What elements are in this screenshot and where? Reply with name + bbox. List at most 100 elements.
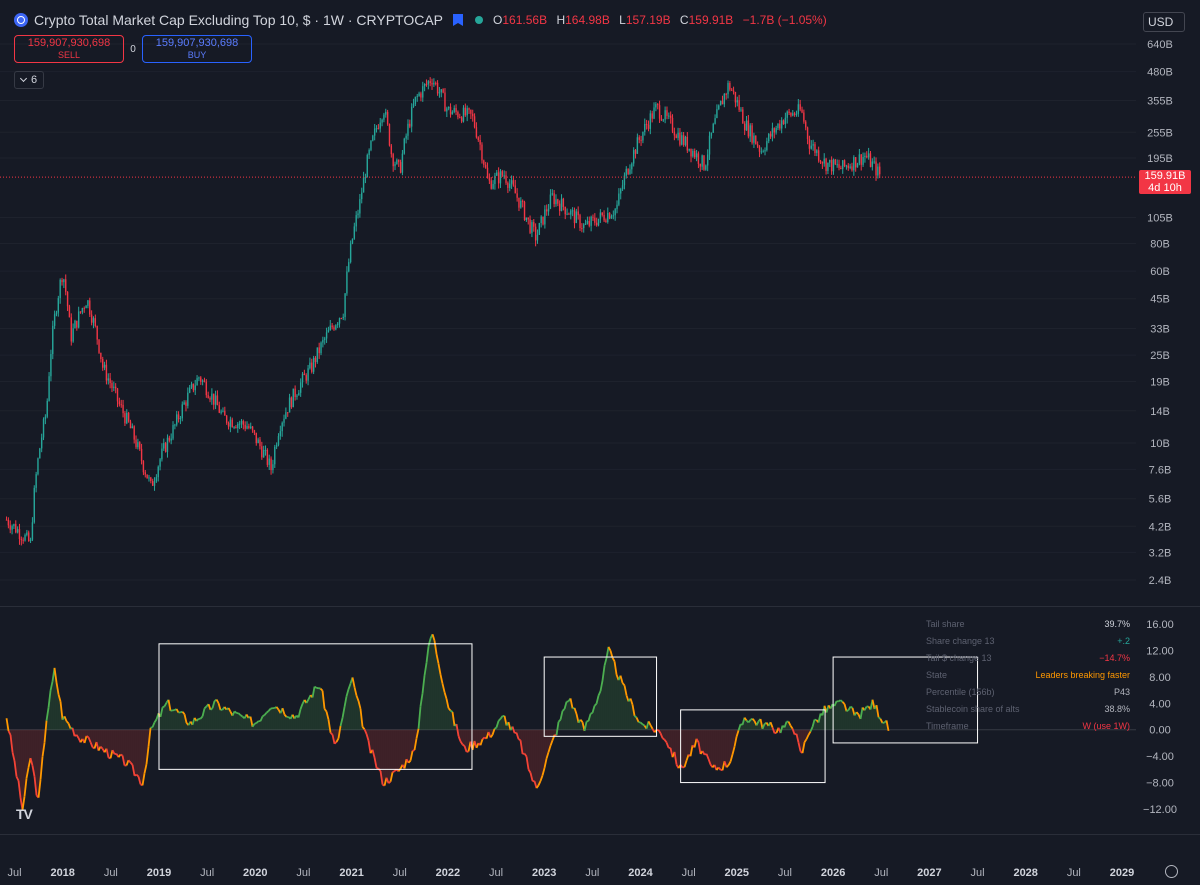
candle-body bbox=[266, 449, 269, 465]
candle-body bbox=[801, 109, 803, 113]
candle-body bbox=[96, 325, 98, 340]
candle-body bbox=[281, 422, 283, 432]
candle-body bbox=[410, 106, 413, 127]
candle-body bbox=[200, 377, 202, 382]
candle-body bbox=[788, 111, 790, 113]
candle-body bbox=[446, 108, 448, 112]
candle-body bbox=[425, 83, 428, 85]
candle-body bbox=[122, 404, 124, 414]
candle-body bbox=[137, 442, 139, 448]
candle-body bbox=[793, 113, 796, 115]
currency-select[interactable]: USD bbox=[1143, 12, 1185, 32]
tradingview-logo-icon[interactable]: TV bbox=[16, 806, 33, 822]
indicator-key: Percentile (156b) bbox=[926, 687, 995, 697]
candle-body bbox=[270, 458, 272, 471]
osc-area bbox=[618, 675, 621, 730]
osc-area bbox=[430, 634, 433, 730]
candle-body bbox=[775, 128, 777, 133]
osc-area bbox=[170, 710, 173, 730]
candle-body bbox=[527, 217, 529, 220]
candle-body bbox=[473, 116, 476, 128]
candle-body bbox=[688, 148, 690, 151]
osc-axis: 16.00 12.00 8.00 4.00 0.00 −4.00 −8.00 −12.00 bbox=[1143, 619, 1177, 816]
candle-body bbox=[135, 439, 137, 448]
candle-body bbox=[261, 446, 263, 458]
candle-body bbox=[133, 426, 135, 440]
time-tick-label: 2025 bbox=[724, 867, 750, 879]
candle-body bbox=[453, 108, 455, 112]
chart-title[interactable]: Crypto Total Market Cap Excluding Top 10… bbox=[34, 12, 443, 28]
market-status-icon[interactable] bbox=[475, 16, 484, 24]
candle-body bbox=[7, 519, 10, 526]
gear-icon[interactable] bbox=[1165, 865, 1178, 878]
candle-body bbox=[116, 388, 119, 402]
candle-body bbox=[233, 426, 235, 428]
osc-area bbox=[432, 634, 435, 730]
time-tick-label: 2019 bbox=[146, 867, 172, 879]
candle-body bbox=[531, 222, 533, 233]
candle-body bbox=[836, 164, 838, 166]
candle-body bbox=[150, 477, 152, 481]
price-tick-label: 480B bbox=[1147, 67, 1173, 79]
candle-body bbox=[682, 135, 685, 145]
time-tick-label: 2018 bbox=[50, 867, 75, 879]
indicator-table-row: Timeframe W (use 1W) bbox=[926, 718, 1130, 735]
candle-body bbox=[782, 120, 785, 125]
sell-button[interactable]: 159,907,930,698 SELL bbox=[14, 35, 124, 63]
candle-body bbox=[586, 221, 589, 224]
osc-area bbox=[266, 711, 269, 730]
candle-body bbox=[148, 477, 150, 479]
osc-area bbox=[136, 729, 139, 777]
candle-body bbox=[675, 135, 677, 138]
osc-area bbox=[120, 729, 123, 756]
indicator-key: State bbox=[926, 670, 948, 680]
candle-body bbox=[151, 480, 154, 486]
candle-body bbox=[172, 425, 174, 439]
candle-body bbox=[207, 395, 209, 399]
candle-body bbox=[364, 177, 367, 179]
price-chart[interactable]: 640B 480B 355B 255B 195B 105B 80B 60B 45B 33B 25B 1… bbox=[0, 0, 1200, 606]
flag-icon[interactable] bbox=[453, 14, 464, 26]
candle-body bbox=[575, 211, 578, 224]
candle-body bbox=[830, 159, 833, 172]
candle-body bbox=[780, 120, 783, 129]
osc-area bbox=[274, 706, 277, 730]
candle-body bbox=[462, 107, 465, 122]
candle-body bbox=[335, 325, 337, 330]
price-tick-label: 25B bbox=[1150, 350, 1170, 362]
time-axis[interactable]: Jul 2018 Jul 2019 Jul 2020 Jul 2021 Jul 2022 Jul 20… bbox=[0, 862, 1200, 885]
candle-body bbox=[716, 109, 718, 119]
osc-segment bbox=[327, 719, 332, 733]
price-axis: 640B 480B 355B 255B 195B 105B 80B 60B 45B 33B 25B 1… bbox=[1147, 39, 1173, 587]
candle-body bbox=[562, 198, 565, 207]
candle-body bbox=[710, 132, 713, 136]
osc-area bbox=[568, 698, 571, 730]
candle-body bbox=[542, 216, 544, 225]
osc-area bbox=[172, 710, 175, 730]
osc-segment bbox=[254, 722, 257, 725]
candle-body bbox=[860, 154, 862, 165]
osc-segment bbox=[376, 767, 379, 770]
candle-body bbox=[416, 95, 418, 97]
candle-body bbox=[48, 376, 50, 401]
osc-area bbox=[270, 708, 273, 730]
indicators-toggle[interactable]: 6 bbox=[14, 71, 44, 89]
candle-body bbox=[37, 458, 39, 475]
osc-area bbox=[682, 729, 685, 768]
candle-body bbox=[381, 119, 383, 123]
price-tick-label: 7.6B bbox=[1149, 464, 1172, 476]
osc-area bbox=[720, 729, 723, 771]
candle-body bbox=[314, 357, 317, 363]
candle-body bbox=[361, 192, 363, 200]
candle-body bbox=[649, 113, 652, 129]
candle-body bbox=[869, 153, 872, 167]
candle-body bbox=[594, 217, 596, 223]
buy-button[interactable]: 159,907,930,698 BUY bbox=[142, 35, 252, 63]
candle-body bbox=[797, 104, 800, 114]
candle-body bbox=[466, 108, 468, 116]
candle-body bbox=[274, 446, 276, 465]
candle-body bbox=[68, 306, 71, 318]
osc-area bbox=[214, 699, 217, 730]
osc-area bbox=[272, 708, 275, 730]
candle-body bbox=[368, 149, 370, 156]
